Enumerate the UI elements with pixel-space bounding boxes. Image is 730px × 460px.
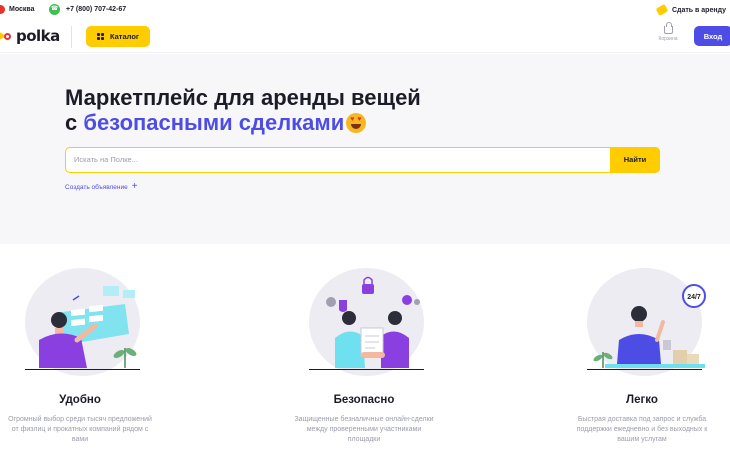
logo[interactable]: polka (0, 27, 60, 45)
whatsapp-icon[interactable]: ☎ (49, 4, 60, 15)
hero-title-line1: Маркетплейс для аренды вещей (65, 85, 421, 110)
grid-icon (96, 32, 105, 41)
feature-description: Быстрая доставка под запрос и служба под… (576, 416, 708, 443)
easy-illustration: 24/7 (577, 268, 707, 376)
search-button[interactable]: Найти (610, 146, 660, 173)
plus-icon: + (131, 181, 138, 192)
hero-section: Маркетплейс для аренды вещей с безопасны… (0, 54, 730, 244)
search-bar: Найти (65, 146, 660, 173)
feature-title: Удобно (59, 394, 101, 406)
basket-icon (663, 22, 673, 34)
hero-title-prefix: с (65, 110, 84, 135)
feature-convenient: Удобно Огромный выбор среди тысяч предло… (4, 268, 156, 445)
create-listing-label: Создать объявление (65, 183, 128, 191)
location-pin-icon (0, 5, 5, 14)
top-info-bar: Москва ☎ +7 (800) 707-42-67 Сдать в арен… (0, 0, 730, 20)
rent-out-link[interactable]: Сдать в аренду (655, 4, 726, 16)
support-badge-247: 24/7 (687, 294, 701, 301)
cart-label: Корзина (658, 36, 678, 42)
catalog-label: Каталог (109, 32, 140, 41)
hero-title: Маркетплейс для аренды вещей с безопасны… (65, 85, 421, 135)
rent-out-label: Сдать в аренду (671, 6, 726, 14)
city-selector[interactable]: Москва (9, 6, 35, 13)
feature-description: Огромный выбор среди тысяч предложений о… (8, 416, 152, 443)
feature-title: Безопасно (333, 394, 395, 406)
logo-mark-icon (0, 31, 12, 41)
safe-illustration-svg (326, 276, 420, 368)
feature-description: Защищенные безналичные онлайн-сделки меж… (294, 416, 434, 443)
hero-title-accent: безопасными сделками (83, 110, 345, 135)
phone-link[interactable]: +7 (800) 707-42-67 (66, 6, 126, 13)
create-listing-link[interactable]: Создать объявление + (65, 181, 138, 192)
main-header: polka Каталог Корзина Вход (0, 20, 730, 53)
feature-safe: Безопасно Защищенные безналичные онлайн-… (288, 268, 440, 445)
login-button[interactable]: Вход (694, 26, 730, 46)
feature-easy: 24/7 Легко Быстрая доставка под запрос и… (566, 268, 718, 445)
easy-illustration-svg: 24/7 (593, 284, 706, 368)
convenient-illustration (15, 268, 145, 376)
heart-eyes-emoji-icon (346, 113, 367, 133)
header-divider (71, 26, 72, 48)
feature-title: Легко (626, 394, 658, 406)
cart-button[interactable]: Корзина (653, 22, 683, 42)
safe-illustration (299, 268, 429, 376)
tag-icon (655, 4, 669, 16)
search-input[interactable] (66, 148, 611, 171)
catalog-button[interactable]: Каталог (86, 26, 150, 47)
convenient-illustration-svg (39, 286, 137, 368)
logo-text: polka (16, 27, 60, 45)
